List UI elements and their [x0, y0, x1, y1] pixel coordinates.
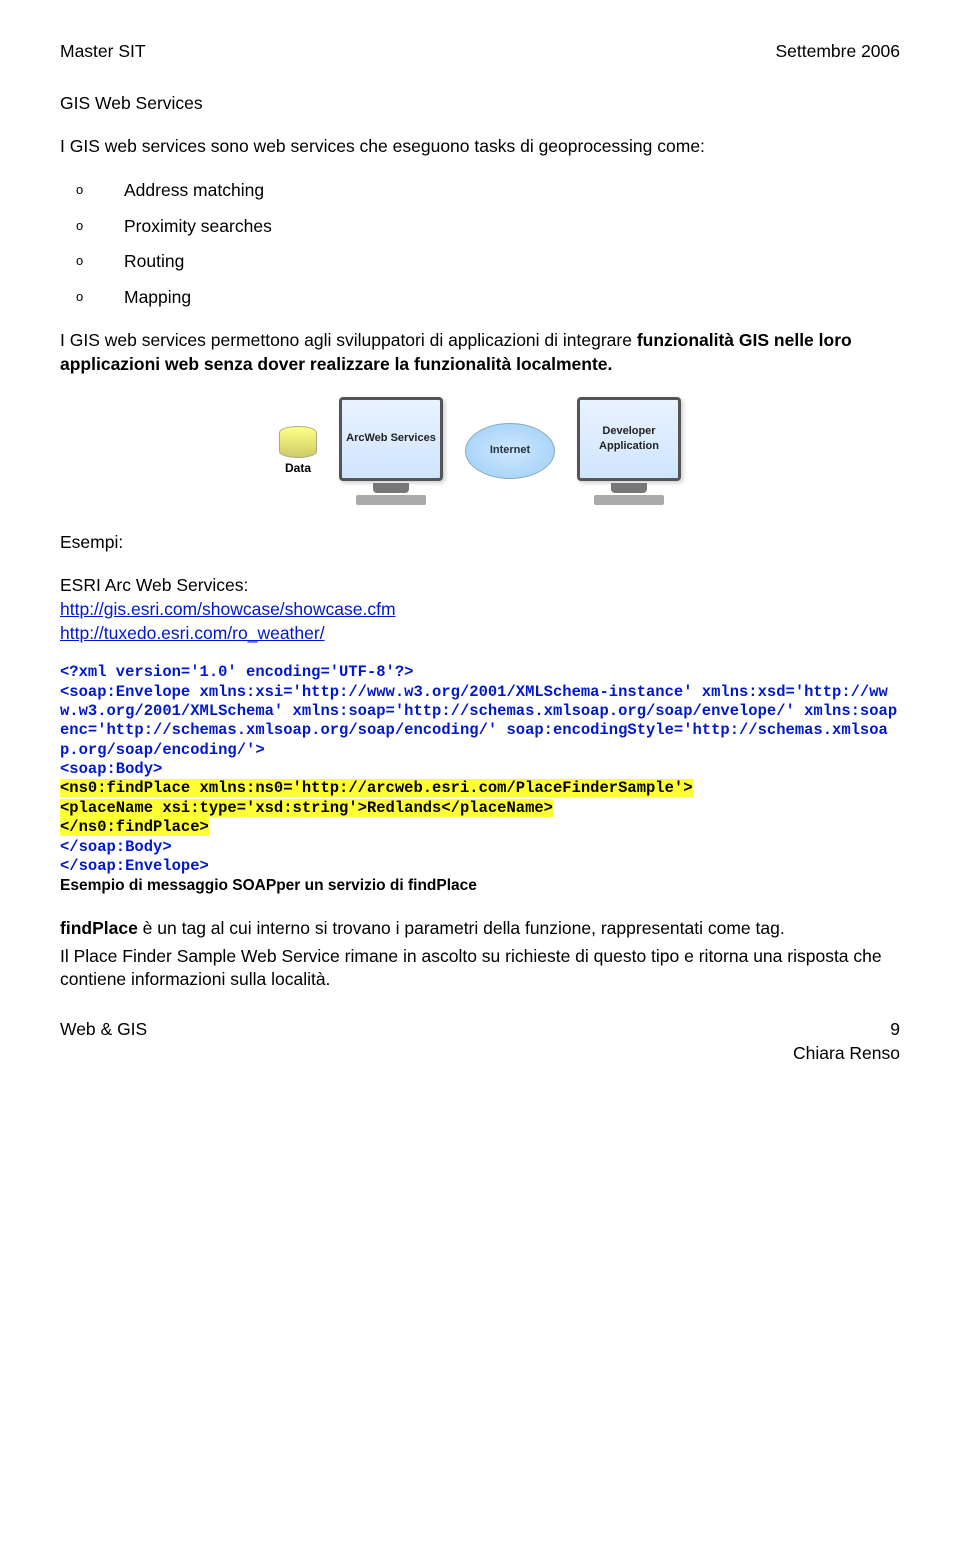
- page-title: GIS Web Services: [60, 92, 900, 116]
- data-store-icon: Data: [279, 426, 317, 476]
- bullet-list: o Address matching o Proximity searches …: [60, 179, 900, 310]
- page-header: Master SIT Settembre 2006: [60, 40, 900, 64]
- header-date: Settembre 2006: [775, 40, 900, 64]
- esri-heading: ESRI Arc Web Services:: [60, 574, 900, 598]
- list-item: o Address matching: [60, 179, 900, 203]
- bullet-label: Proximity searches: [124, 215, 900, 239]
- soap-code-block: <?xml version='1.0' encoding='UTF-8'?> <…: [60, 663, 900, 876]
- bullet-label: Routing: [124, 250, 900, 274]
- paragraph-text: I GIS web services permettono agli svilu…: [60, 330, 637, 350]
- link-showcase[interactable]: http://gis.esri.com/showcase/showcase.cf…: [60, 599, 396, 619]
- code-line: <?xml version='1.0' encoding='UTF-8'?>: [60, 663, 413, 681]
- code-line: <soap:Envelope xmlns:xsi='http://www.w3.…: [60, 683, 897, 759]
- explain-paragraph-2: Il Place Finder Sample Web Service riman…: [60, 945, 900, 992]
- list-item: o Mapping: [60, 286, 900, 310]
- footer-author: Chiara Renso: [60, 1042, 900, 1066]
- code-caption: Esempio di messaggio SOAPper un servizio…: [60, 876, 900, 897]
- code-line: </soap:Envelope>: [60, 857, 209, 875]
- server-icon: ArcWeb Services: [339, 397, 443, 505]
- link-weather[interactable]: http://tuxedo.esri.com/ro_weather/: [60, 623, 325, 643]
- bullet-icon: o: [60, 286, 124, 310]
- client-label: Developer Application: [577, 397, 681, 481]
- explain-paragraph: findPlace è un tag al cui interno si tro…: [60, 917, 900, 941]
- footer-left: Web & GIS: [60, 1018, 147, 1042]
- header-course: Master SIT: [60, 40, 146, 64]
- list-item: o Routing: [60, 250, 900, 274]
- bullet-label: Mapping: [124, 286, 900, 310]
- paragraph: I GIS web services permettono agli svilu…: [60, 329, 900, 376]
- internet-cloud-icon: Internet: [465, 423, 555, 479]
- explain-text: è un tag al cui interno si trovano i par…: [138, 918, 785, 938]
- architecture-diagram: Data ArcWeb Services Internet Developer …: [60, 397, 900, 505]
- bullet-icon: o: [60, 215, 124, 239]
- bullet-icon: o: [60, 179, 124, 203]
- bullet-label: Address matching: [124, 179, 900, 203]
- client-icon: Developer Application: [577, 397, 681, 505]
- server-label: ArcWeb Services: [339, 397, 443, 481]
- code-line: </soap:Body>: [60, 838, 172, 856]
- intro-paragraph: I GIS web services sono web services che…: [60, 135, 900, 159]
- code-highlight: <ns0:findPlace xmlns:ns0='http://arcweb.…: [60, 779, 693, 797]
- examples-heading: Esempi:: [60, 531, 900, 555]
- list-item: o Proximity searches: [60, 215, 900, 239]
- code-line: <soap:Body>: [60, 760, 162, 778]
- findplace-bold: findPlace: [60, 918, 138, 938]
- page-footer: Web & GIS 9: [60, 1018, 900, 1042]
- code-highlight: <placeName xsi:type='xsd:string'>Redland…: [60, 799, 553, 817]
- bullet-icon: o: [60, 250, 124, 274]
- footer-page: 9: [890, 1018, 900, 1042]
- code-highlight: </ns0:findPlace>: [60, 818, 209, 836]
- data-label: Data: [285, 460, 311, 476]
